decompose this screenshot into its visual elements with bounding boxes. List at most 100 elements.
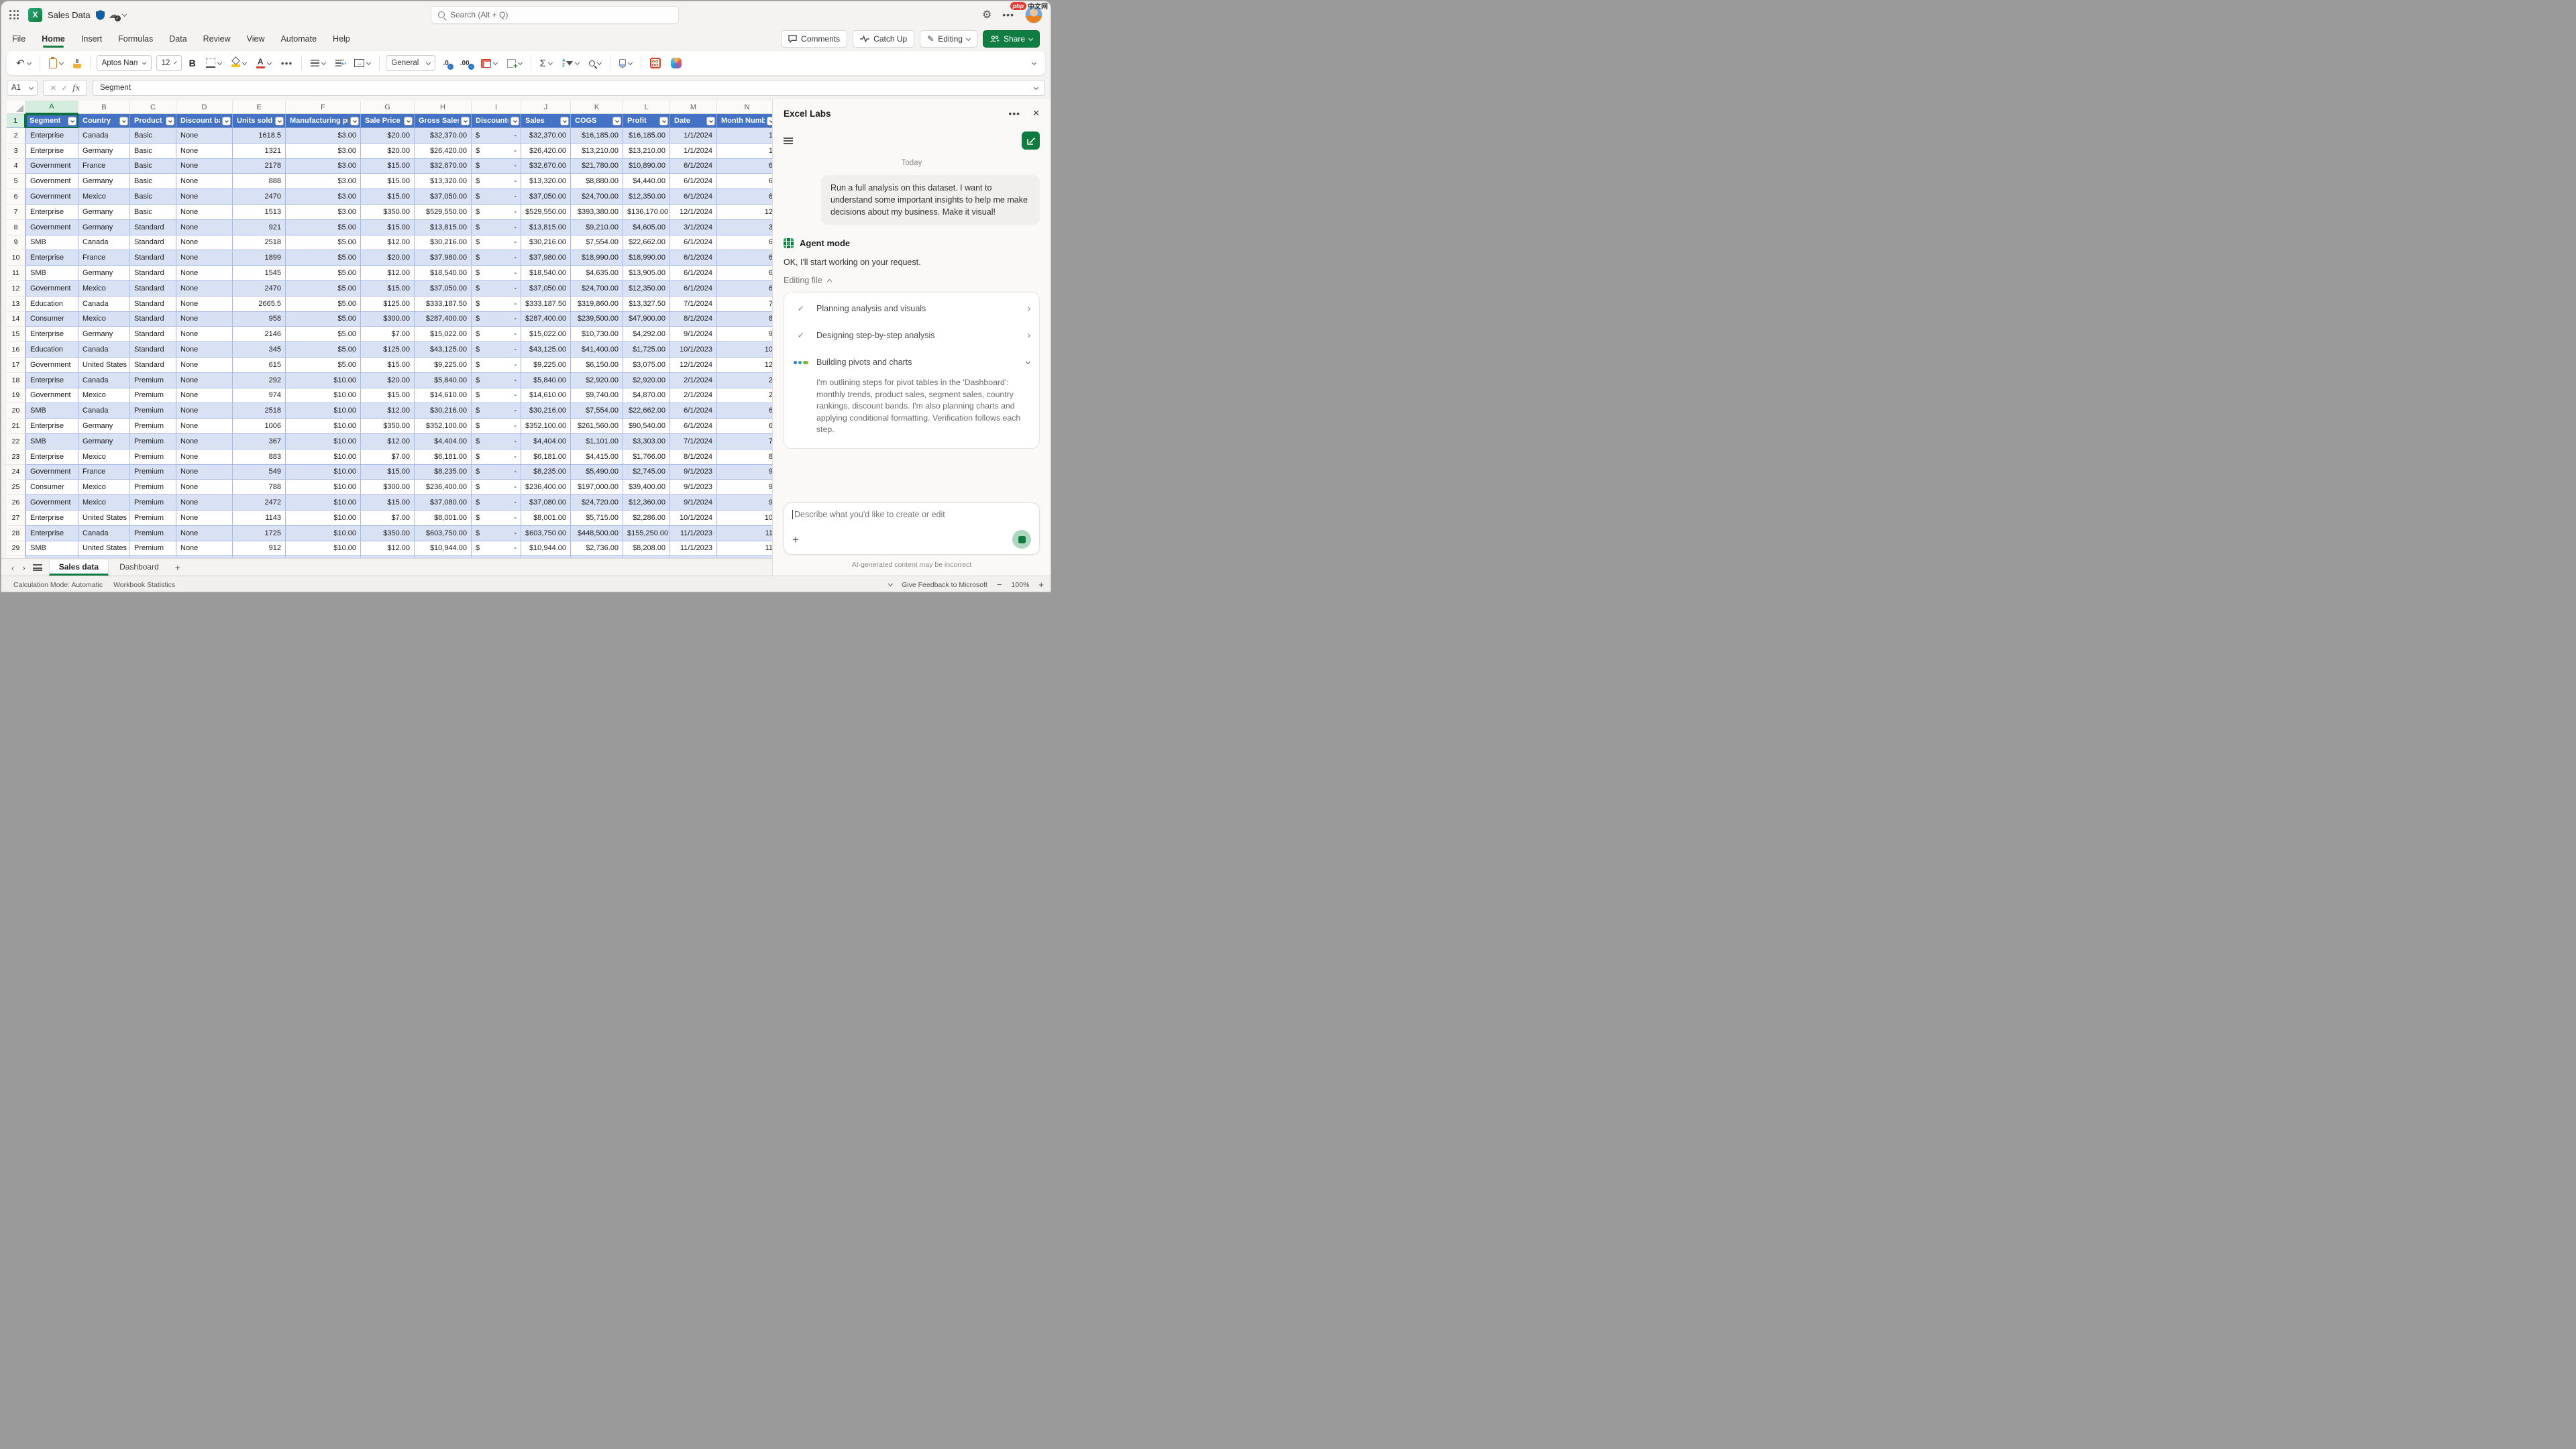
cell[interactable]: $287,400.00 [415,312,472,327]
cell[interactable]: United States [78,511,130,526]
cell[interactable]: $529,550.00 [521,205,571,220]
row-header-25[interactable]: 25 [7,480,25,495]
cell[interactable]: $6,181.00 [521,449,571,465]
cell[interactable]: $333,187.50 [415,297,472,312]
cell[interactable]: $18,990.00 [571,250,623,266]
cell[interactable]: $15.00 [361,465,415,480]
catch-up-button[interactable]: Catch Up [853,30,914,48]
cell[interactable]: 9/1/2023 [670,465,717,480]
cell[interactable]: 2518 [233,235,286,251]
row-header-20[interactable]: 20 [7,403,25,419]
cell[interactable]: $24,720.00 [571,495,623,511]
cell[interactable]: $8,880.00 [571,174,623,189]
cell[interactable]: Government [25,465,78,480]
cell[interactable]: $1,101.00 [571,434,623,449]
cell[interactable]: $8,235.00 [521,465,571,480]
table-header-cell[interactable]: Manufacturing price [286,114,361,128]
cell[interactable]: 549 [233,465,286,480]
undo-button[interactable]: ↶ [13,56,34,70]
cell[interactable]: $5,840.00 [415,373,472,388]
cell[interactable]: $529,550.00 [415,205,472,220]
cell[interactable]: $12,350.00 [623,281,670,297]
conditional-formatting-button[interactable] [478,57,500,70]
cell[interactable]: $333,187.50 [521,297,571,312]
cell[interactable]: Standard [130,250,176,266]
cell[interactable]: Standard [130,297,176,312]
cell[interactable]: $13,210.00 [571,144,623,159]
cell[interactable]: 12/1/2024 [670,205,717,220]
cell[interactable]: $90,540.00 [623,419,670,434]
cell[interactable]: Enterprise [25,373,78,388]
add-sheet-button[interactable]: + [170,562,186,576]
cell[interactable]: Mexico [78,388,130,404]
cell[interactable]: None [176,480,233,495]
workbook-statistics[interactable]: Workbook Statistics [108,581,180,589]
cell[interactable]: United States [78,541,130,557]
cell[interactable]: Consumer [25,480,78,495]
table-header-cell[interactable]: Segment [25,114,78,128]
cell[interactable]: 1006 [233,419,286,434]
autosave-cloud-icon[interactable]: ☁✓ [109,9,119,21]
cell[interactable]: $13,815.00 [521,220,571,235]
alignment-button[interactable] [308,58,328,68]
cell[interactable]: 883 [233,449,286,465]
cell[interactable]: $32,670.00 [521,159,571,174]
cell[interactable]: $3.00 [286,128,361,144]
cell[interactable]: Mexico [78,189,130,205]
cell[interactable]: 8 [717,449,772,465]
filter-button[interactable] [119,117,128,125]
column-header-J[interactable]: J [521,101,571,114]
cell[interactable]: $- [472,434,521,449]
cell[interactable]: $37,050.00 [521,189,571,205]
editing-mode-button[interactable]: ✎ Editing [920,30,977,48]
column-header-F[interactable]: F [286,101,361,114]
cell[interactable]: 11/1/2023 [670,541,717,557]
tab-automate[interactable]: Automate [281,30,317,48]
cell[interactable]: 9/1/2024 [670,495,717,511]
cell[interactable]: Standard [130,266,176,281]
editing-file-toggle[interactable]: Editing file [784,276,1040,285]
cell[interactable]: 10 [717,511,772,526]
cell[interactable]: $13,815.00 [415,220,472,235]
cell[interactable]: $15.00 [361,495,415,511]
cell[interactable]: SMB [25,541,78,557]
zoom-in-button[interactable]: + [1038,580,1044,590]
cell[interactable]: $4,870.00 [623,388,670,404]
cell[interactable]: $15.00 [361,281,415,297]
filter-button[interactable] [461,117,470,125]
stop-generating-button[interactable] [1012,530,1031,549]
cell[interactable]: Germany [78,419,130,434]
cell[interactable]: $1,766.00 [623,449,670,465]
cell[interactable]: Standard [130,235,176,251]
cell[interactable]: 12 [717,205,772,220]
cell[interactable]: None [176,449,233,465]
cell[interactable]: $10.00 [286,465,361,480]
cell[interactable]: $352,100.00 [521,419,571,434]
cell[interactable]: $125.00 [361,297,415,312]
cell[interactable]: $3.00 [286,174,361,189]
cell[interactable]: $- [472,128,521,144]
cell[interactable]: Canada [78,128,130,144]
cell[interactable]: $12.00 [361,434,415,449]
paste-button[interactable] [46,56,66,70]
cell[interactable]: $4,440.00 [623,174,670,189]
cell[interactable]: $6,181.00 [415,449,472,465]
cell[interactable]: 6 [717,250,772,266]
row-header-7[interactable]: 7 [7,205,25,220]
cell[interactable]: $8,001.00 [415,511,472,526]
cell[interactable]: $- [472,480,521,495]
tab-file[interactable]: File [12,30,25,48]
cell[interactable]: 1321 [233,144,286,159]
cell[interactable]: $12.00 [361,235,415,251]
cell[interactable]: $20.00 [361,144,415,159]
column-header-H[interactable]: H [415,101,472,114]
cell[interactable]: 10/1/2024 [670,511,717,526]
cell[interactable]: Canada [78,526,130,541]
cell[interactable]: $4,404.00 [521,434,571,449]
row-header-22[interactable]: 22 [7,434,25,449]
cell[interactable]: $13,905.00 [623,266,670,281]
more-options-icon[interactable]: ••• [1002,9,1014,20]
cell[interactable]: $155,250.00 [623,526,670,541]
cell[interactable]: Enterprise [25,250,78,266]
cell[interactable]: $37,080.00 [415,495,472,511]
